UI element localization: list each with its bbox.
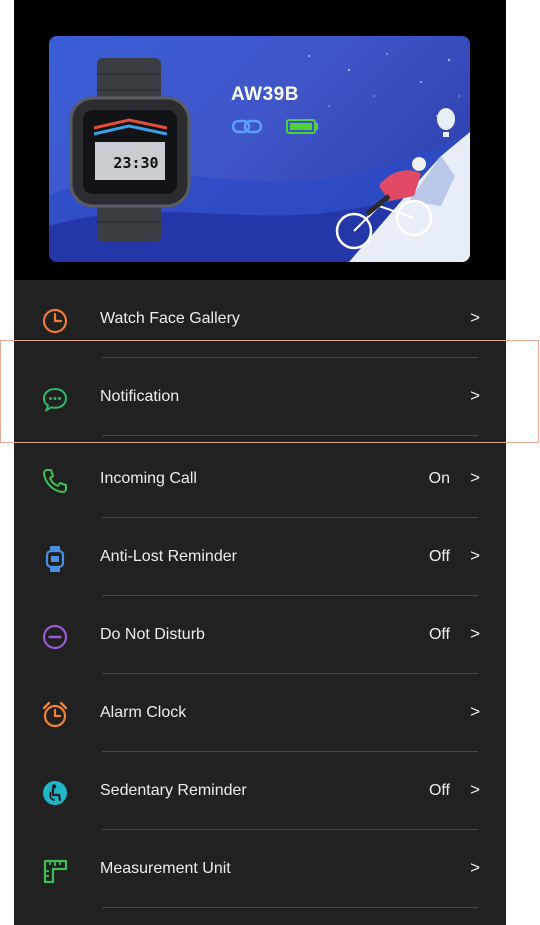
menu-item-measurement-unit[interactable]: Measurement Unit > (14, 830, 506, 908)
chevron-right-icon: > (470, 386, 480, 405)
chevron-right-icon: > (470, 702, 480, 721)
watch-time-display: 23:30 (113, 154, 159, 172)
message-bubble-icon (40, 384, 70, 414)
device-header: AW39B 23:30 (14, 0, 506, 280)
menu-item-label: Notification (100, 388, 180, 405)
menu-item-label: Alarm Clock (100, 704, 187, 721)
device-name: AW39B (231, 84, 299, 105)
menu-item-label: Watch Face Gallery (100, 310, 240, 327)
menu-item-value: Off (428, 548, 450, 565)
watch-face-icon (40, 306, 70, 336)
connection-link-icon (233, 121, 261, 133)
menu-item-notification[interactable]: Notification > (14, 358, 506, 436)
chevron-right-icon: > (470, 468, 480, 487)
menu-item-label: Sedentary Reminder (100, 782, 247, 799)
banner-artwork (49, 53, 470, 262)
minus-circle-icon (40, 622, 70, 652)
menu-item-value: Off (428, 782, 450, 799)
menu-item-anti-lost-reminder[interactable]: Anti-Lost Reminder Off > (14, 518, 506, 596)
menu-item-label: Measurement Unit (100, 860, 231, 877)
menu-item-incoming-call[interactable]: Incoming Call On > (14, 440, 506, 518)
menu-item-label: Incoming Call (100, 470, 197, 487)
menu-item-label: Do Not Disturb (100, 626, 205, 643)
ruler-icon (40, 856, 70, 886)
menu-item-value: Off (428, 626, 450, 643)
chevron-right-icon: > (470, 858, 480, 877)
menu-item-value: On (428, 470, 450, 487)
battery-icon (287, 120, 318, 133)
menu-item-sedentary-reminder[interactable]: Sedentary Reminder Off > (14, 752, 506, 830)
device-settings-screen: AW39B 23:30 Watch Face Gallery > Notific… (14, 0, 506, 925)
menu-item-alarm-clock[interactable]: Alarm Clock > (14, 674, 506, 752)
menu-item-label: Anti-Lost Reminder (100, 548, 237, 565)
chevron-right-icon: > (470, 546, 480, 565)
watch-icon (40, 544, 70, 574)
chevron-right-icon: > (470, 780, 480, 799)
phone-icon (40, 466, 70, 496)
chevron-right-icon: > (470, 308, 480, 327)
divider (102, 435, 478, 436)
device-banner: AW39B 23:30 (49, 36, 470, 262)
chevron-right-icon: > (470, 624, 480, 643)
alarm-clock-icon (40, 700, 70, 730)
divider (102, 907, 478, 908)
menu-item-do-not-disturb[interactable]: Do Not Disturb Off > (14, 596, 506, 674)
menu-item-watch-face-gallery[interactable]: Watch Face Gallery > (14, 280, 506, 358)
sedentary-icon (40, 778, 70, 808)
